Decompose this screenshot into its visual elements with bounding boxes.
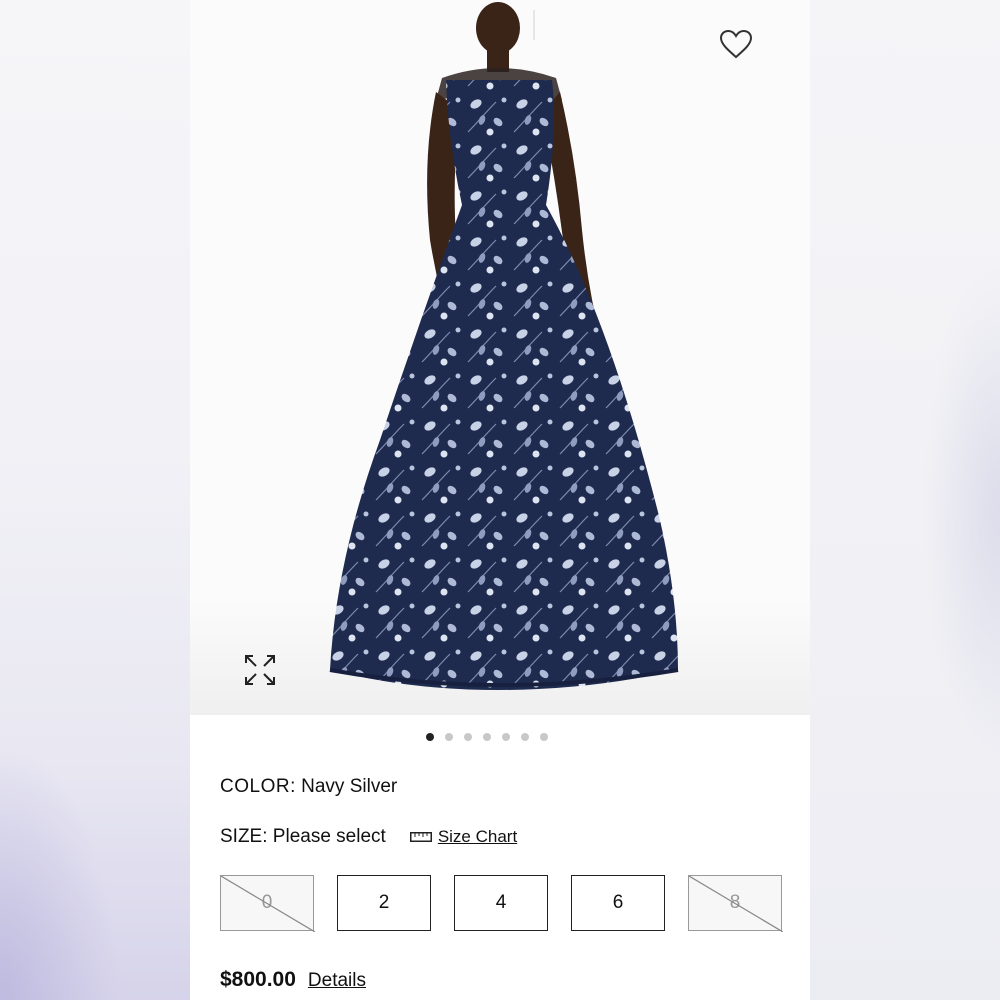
size-option-6[interactable]: 6 — [571, 875, 665, 931]
carousel-dot[interactable] — [464, 733, 472, 741]
size-value: Please select — [272, 826, 386, 847]
price-row: $800.00 Details — [220, 968, 366, 992]
unavailable-strike — [689, 876, 783, 932]
carousel-dot[interactable] — [521, 733, 529, 741]
carousel-dots — [426, 733, 548, 741]
size-chart-link[interactable]: Size Chart — [438, 827, 517, 847]
blurred-background-right — [810, 0, 1000, 1000]
blurred-background-left — [0, 0, 190, 1000]
dress-illustration — [190, 2, 810, 715]
size-option-label: 4 — [495, 892, 507, 913]
size-option-label: 2 — [378, 892, 390, 913]
carousel-dot[interactable] — [426, 733, 434, 741]
carousel-dot[interactable] — [445, 733, 453, 741]
carousel-dot[interactable] — [502, 733, 510, 741]
color-row: COLOR: Navy Silver — [220, 776, 397, 798]
size-option-0[interactable]: 0 — [220, 875, 315, 932]
carousel-dot[interactable] — [540, 733, 548, 741]
ruler-icon[interactable] — [409, 826, 432, 848]
size-option-8[interactable]: 8 — [688, 875, 783, 932]
details-link[interactable]: Details — [308, 970, 366, 992]
size-row: SIZE: Please select Size Chart — [220, 826, 517, 848]
expand-arrows-icon[interactable] — [242, 652, 278, 688]
product-image[interactable] — [190, 0, 810, 715]
color-label: COLOR: — [220, 776, 296, 797]
carousel-dot[interactable] — [483, 733, 491, 741]
size-options: 0 2 4 6 8 — [220, 875, 783, 932]
price: $800.00 — [220, 968, 296, 991]
unavailable-strike — [221, 876, 315, 932]
product-panel: COLOR: Navy Silver SIZE: Please select S… — [190, 0, 810, 1000]
favorite-heart-icon[interactable] — [718, 28, 754, 60]
size-label: SIZE: — [220, 826, 268, 847]
size-option-label: 6 — [612, 892, 624, 913]
size-option-2[interactable]: 2 — [337, 875, 431, 931]
color-value: Navy Silver — [301, 776, 398, 797]
size-option-4[interactable]: 4 — [454, 875, 548, 931]
